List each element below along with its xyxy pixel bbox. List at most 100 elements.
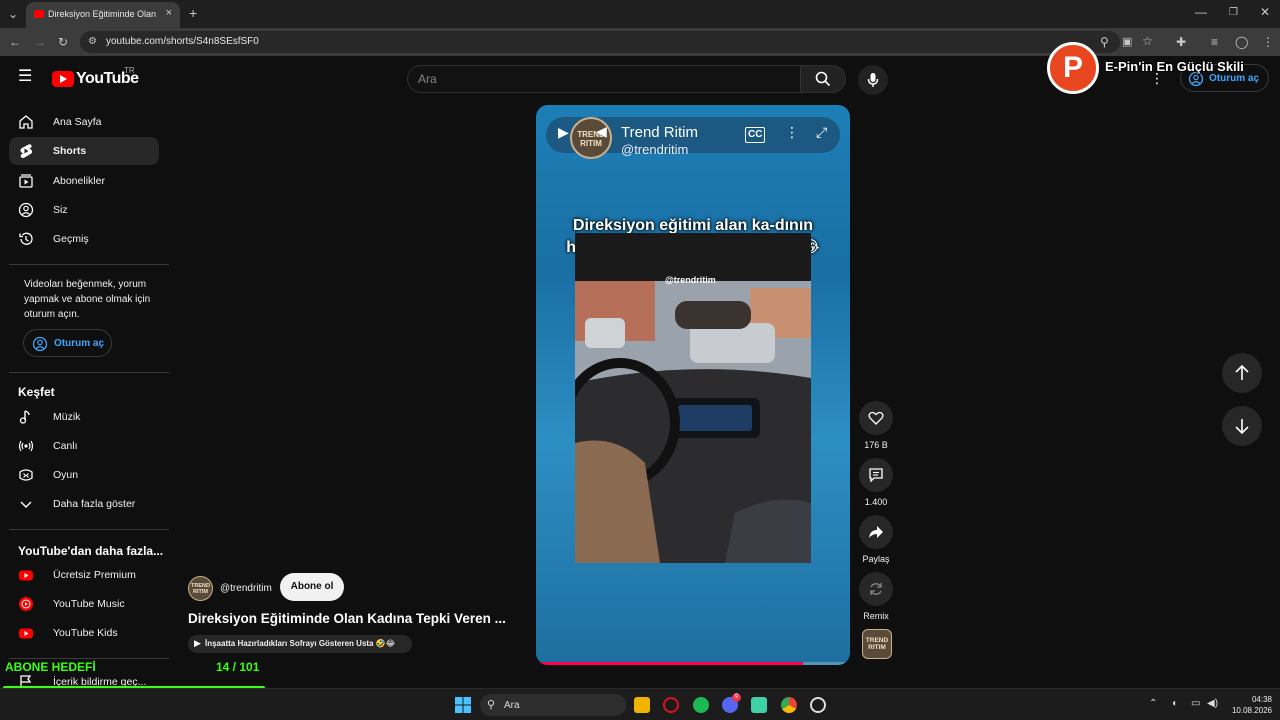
arrow-up-icon [1235, 364, 1249, 380]
sidebar-item-premium[interactable]: Ücretsiz Premium [9, 561, 159, 589]
voice-search-button[interactable] [858, 65, 888, 95]
stream-brand-overlay: P E-Pin'in En Güçlü Skili [1047, 42, 1277, 94]
url-bar[interactable]: ⚙ youtube.com/shorts/S4n8SEsfSF0 ⚲ ▣ ☆ [80, 31, 1153, 53]
sidebar-signin-button[interactable]: Oturum aç [23, 329, 112, 357]
remix-button[interactable] [859, 572, 893, 606]
restore-icon[interactable]: ❐ [1229, 7, 1238, 19]
file-explorer-icon[interactable] [634, 697, 650, 713]
channel-handle[interactable]: @trendritim [220, 583, 272, 594]
opera-icon[interactable] [663, 697, 679, 713]
tray-mic-icon[interactable]: ◖ [1171, 698, 1177, 709]
sidebar-item-history[interactable]: Geçmiş [9, 225, 159, 253]
search-box[interactable] [407, 65, 801, 93]
sidebar-item-label: Oyun [53, 469, 79, 481]
video-title[interactable]: Direksiyon Eğitiminde Olan Kadına Tepki … [188, 611, 518, 626]
share-button[interactable] [859, 515, 893, 549]
sidebar-item-subscriptions[interactable]: Abonelikler [9, 167, 159, 195]
sound-avatar[interactable]: TREND RITIM [862, 629, 892, 659]
app-icon[interactable] [751, 697, 767, 713]
tab-close-icon[interactable]: × [166, 7, 172, 19]
shorts-icon [20, 144, 33, 158]
back-icon[interactable]: ← [9, 36, 21, 48]
sidebar-item-show-more[interactable]: Daha fazla göster [9, 490, 159, 518]
video-watermark: @trendritim [665, 275, 716, 285]
heart-icon [868, 411, 884, 425]
browser-tab-bar: ⌄ Direksiyon Eğitiminde Olan Kadı × + — … [0, 0, 1280, 28]
window-close-icon[interactable]: ✕ [1260, 6, 1270, 18]
tab-title: Direksiyon Eğitiminde Olan Kadı [48, 9, 158, 19]
minimize-icon[interactable]: — [1195, 6, 1207, 18]
sidebar-item-label: Müzik [53, 411, 81, 423]
video-progress-bar[interactable] [536, 662, 850, 665]
brand-text: E-Pin'in En Güçlü Skili [1105, 59, 1244, 74]
sidebar-item-youtube-music[interactable]: YouTube Music [9, 590, 159, 618]
sidebar-item-gaming[interactable]: Oyun [9, 461, 159, 489]
tray-volume-icon[interactable]: ◀) [1207, 698, 1218, 709]
comment-count: 1.400 [864, 497, 888, 507]
sidebar-item-youtube-kids[interactable]: YouTube Kids [9, 619, 159, 647]
share-icon [869, 526, 883, 538]
sidebar-item-live[interactable]: Canlı [9, 432, 159, 460]
play-chip-icon: ▶ [194, 638, 201, 648]
clock-time: 04:38 [1251, 695, 1272, 704]
subscribe-button[interactable]: Abone ol [280, 573, 344, 601]
forward-icon[interactable]: → [34, 36, 46, 48]
discord-badge: 9 [732, 693, 741, 702]
obs-icon[interactable] [810, 697, 826, 713]
search-input[interactable] [418, 70, 788, 88]
play-icon[interactable]: ▶ [558, 125, 569, 139]
volume-icon[interactable]: ◀ [596, 124, 607, 138]
sidebar-item-label: Siz [53, 204, 68, 216]
sidebar-item-label: Ücretsiz Premium [53, 569, 136, 581]
video-clip: @trendritim [575, 233, 811, 563]
account-icon [32, 336, 48, 352]
sidebar-item-label: Ana Sayfa [53, 116, 102, 128]
tab-list-icon[interactable]: ⌄ [8, 8, 18, 20]
sidebar-item-shorts[interactable]: Shorts [9, 137, 159, 165]
user-icon [18, 202, 34, 218]
search-button[interactable] [800, 65, 846, 93]
new-tab-icon[interactable]: + [189, 6, 197, 20]
video-channel-name: Trend Ritim [621, 124, 698, 141]
subscriptions-icon [19, 174, 33, 188]
youtube-favicon-icon [34, 10, 44, 18]
shorts-video-player[interactable]: TREND RITIM ▶ ◀ Trend Ritim @trendritim … [536, 105, 850, 665]
video-channel-handle: @trendritim [621, 142, 689, 157]
subscriber-goal-count: 14 / 101 [216, 660, 260, 674]
chrome-icon[interactable] [781, 697, 797, 713]
sidebar-item-you[interactable]: Siz [9, 196, 159, 224]
sidebar-item-label: Canlı [53, 440, 78, 452]
captions-icon[interactable]: CC [745, 127, 766, 143]
hamburger-menu-icon[interactable]: ☰ [18, 69, 32, 85]
related-video-chip[interactable]: ▶ İnşaatta Hazırladıkları Sofrayı Göster… [188, 635, 412, 653]
fullscreen-icon[interactable]: ⤢ [816, 125, 827, 139]
youtube-logo[interactable]: YouTube TR [52, 66, 139, 88]
previous-video-button[interactable] [1222, 353, 1262, 393]
channel-avatar-text: TREND RITIM [191, 583, 210, 595]
more-options-icon[interactable]: ⋮ [785, 125, 799, 139]
comments-button[interactable] [859, 458, 893, 492]
remix-label: Remix [863, 611, 889, 621]
sidebar-divider [9, 372, 169, 373]
taskbar-clock[interactable]: 04:38 10.08.2026 [1222, 694, 1272, 716]
tray-network-icon[interactable]: ▭ [1191, 698, 1200, 709]
history-icon [19, 232, 33, 245]
like-count: 176 B [864, 440, 888, 450]
tray-chevron-icon[interactable]: ⌃ [1149, 698, 1157, 709]
reload-icon[interactable]: ↻ [58, 36, 68, 48]
site-info-icon[interactable]: ⚙ [88, 36, 97, 48]
channel-avatar[interactable]: TREND RITIM [188, 576, 213, 601]
browser-tab[interactable]: Direksiyon Eğitiminde Olan Kadı × [26, 2, 180, 28]
windows-start-icon[interactable] [455, 697, 471, 713]
next-video-button[interactable] [1222, 406, 1262, 446]
sidebar-item-music[interactable]: Müzik [9, 403, 159, 431]
sidebar-item-label: Geçmiş [53, 233, 89, 245]
taskbar-search-label: Ara [504, 700, 520, 711]
chevron-down-icon [20, 501, 32, 508]
sidebar-item-label: Shorts [53, 145, 87, 157]
region-code: TR [124, 66, 135, 75]
sidebar-item-home[interactable]: Ana Sayfa [9, 108, 159, 136]
taskbar-search[interactable]: ⚲ Ara [480, 694, 626, 716]
like-button[interactable] [859, 401, 893, 435]
spotify-icon[interactable] [693, 697, 709, 713]
